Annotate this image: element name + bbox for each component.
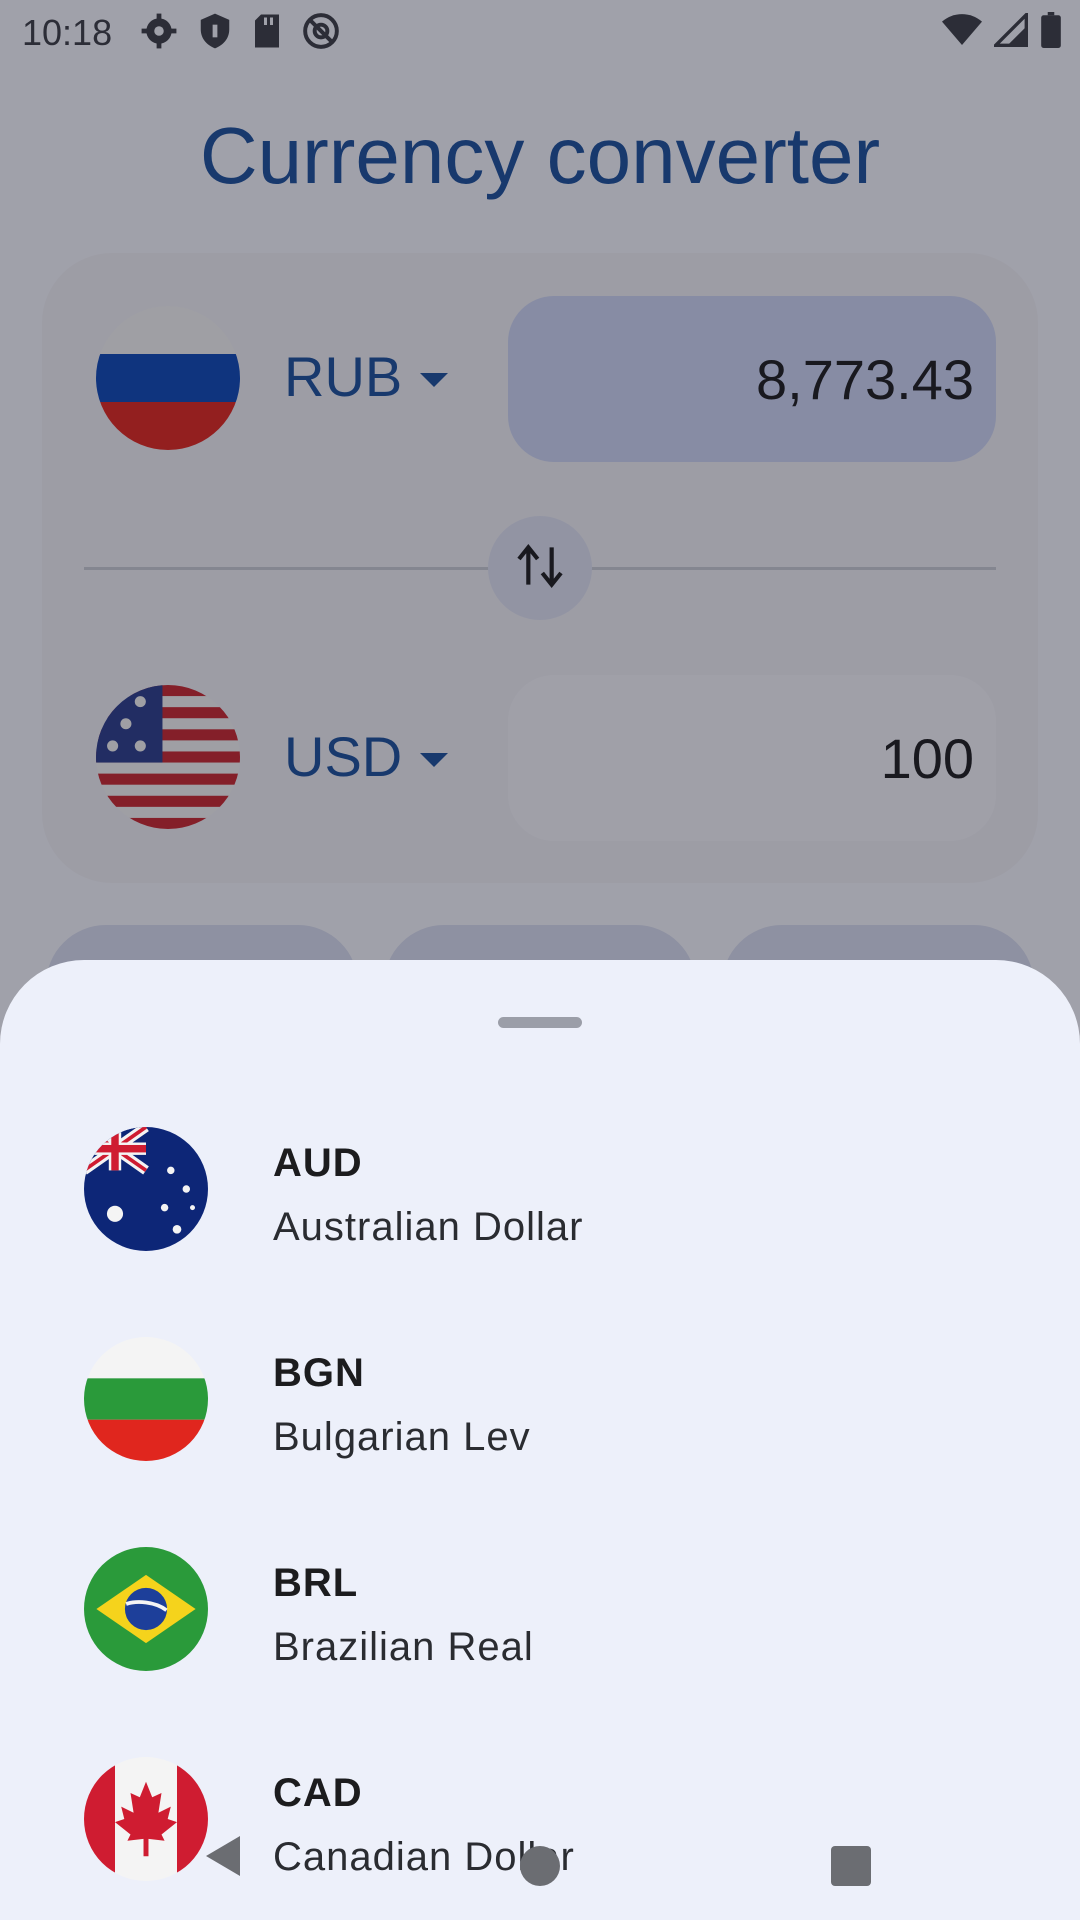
bulgaria-flag xyxy=(84,1337,208,1461)
drag-handle[interactable] xyxy=(498,1017,582,1028)
system-navigation-bar xyxy=(0,1810,1080,1900)
currency-name: Brazilian Real xyxy=(273,1625,534,1669)
currency-name: Australian Dollar xyxy=(273,1205,584,1249)
currency-code: AUD xyxy=(273,1141,363,1185)
currency-picker-sheet: AUD Australian Dollar BGN Bulgarian Lev … xyxy=(0,960,1080,1920)
currency-item-brl[interactable]: BRL Brazilian Real xyxy=(0,1507,1080,1717)
currency-code: BRL xyxy=(273,1561,359,1605)
currency-item-aud[interactable]: AUD Australian Dollar xyxy=(0,1087,1080,1297)
home-icon[interactable] xyxy=(520,1846,560,1886)
australia-flag xyxy=(84,1127,208,1251)
currency-item-bgn[interactable]: BGN Bulgarian Lev xyxy=(0,1297,1080,1507)
currency-name: Bulgarian Lev xyxy=(273,1415,531,1459)
currency-code: BGN xyxy=(273,1351,365,1395)
brazil-flag xyxy=(84,1547,208,1671)
recents-icon[interactable] xyxy=(831,1846,871,1886)
back-icon[interactable] xyxy=(204,1834,244,1883)
